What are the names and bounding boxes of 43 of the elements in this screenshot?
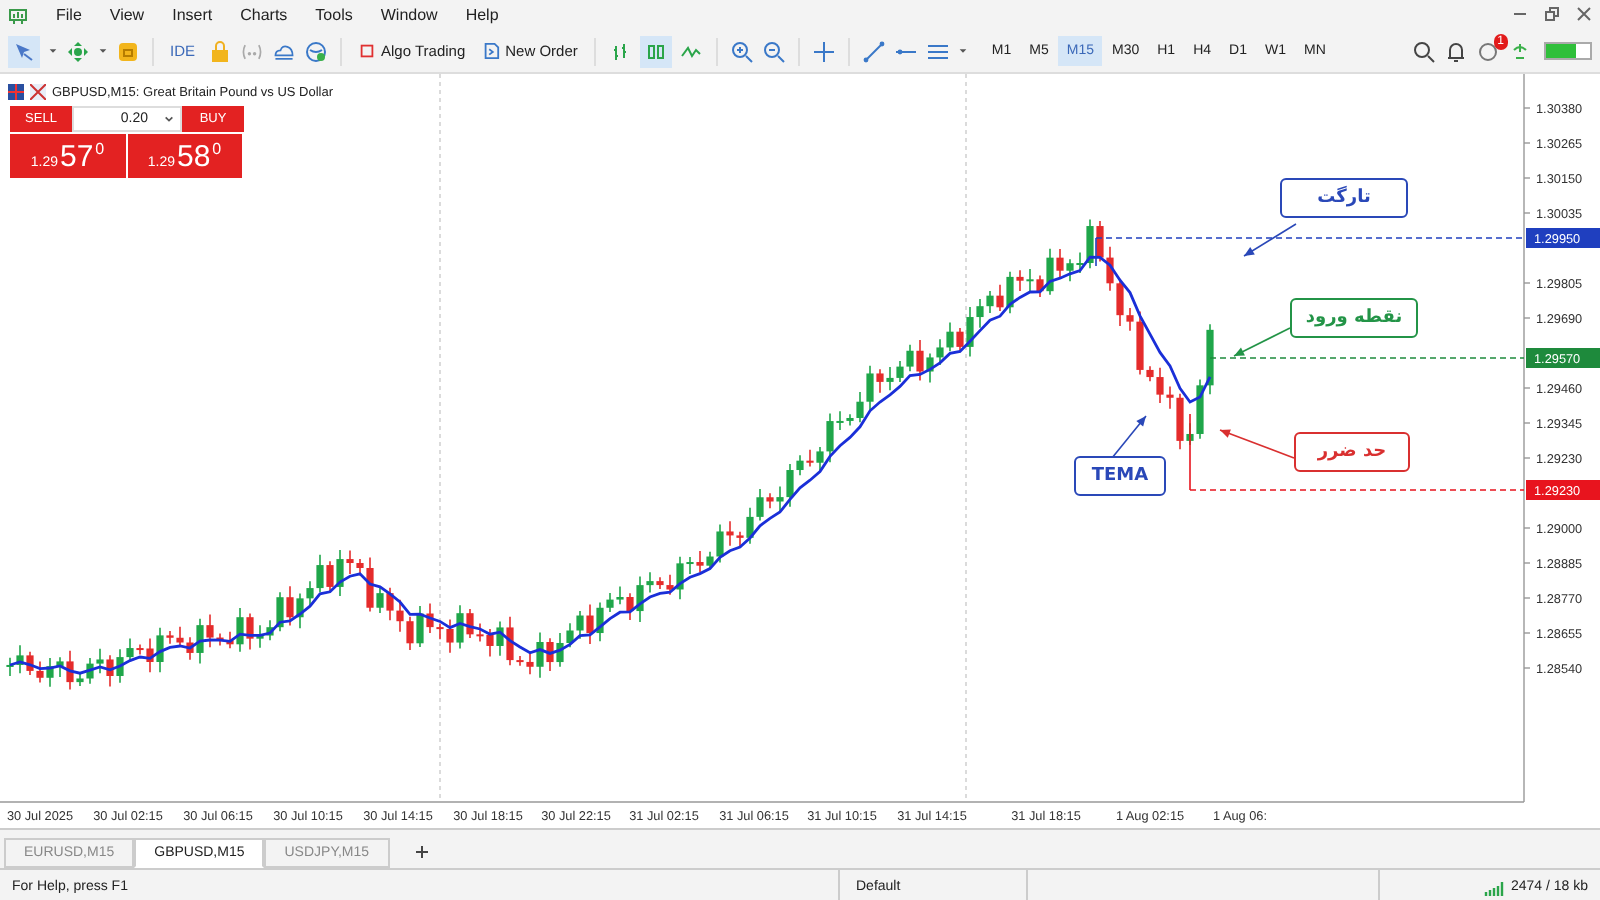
zoom-in-icon[interactable]	[729, 39, 754, 63]
channel-icon[interactable]	[925, 39, 950, 63]
globe-icon[interactable]	[303, 39, 328, 63]
close-icon[interactable]	[1576, 6, 1592, 22]
add-tab-icon[interactable]	[413, 844, 430, 860]
bell-icon[interactable]	[1444, 39, 1468, 63]
bracket-icon[interactable]	[239, 39, 264, 63]
search-icon[interactable]	[1412, 39, 1436, 63]
menu-item[interactable]: Window	[380, 6, 438, 24]
caret-icon[interactable]	[164, 114, 174, 124]
annotation-label: تارگت	[1280, 178, 1408, 218]
move-icon[interactable]	[66, 39, 90, 63]
candlestick-icon[interactable]	[643, 39, 668, 63]
signal-icon	[1508, 39, 1532, 63]
annotation-arrow	[1233, 327, 1291, 357]
restore-icon[interactable]	[1544, 6, 1560, 22]
caret-icon[interactable]	[957, 46, 968, 56]
stop-icon	[357, 42, 376, 60]
market-icon[interactable]	[116, 39, 140, 63]
chat-icon[interactable]	[1476, 39, 1500, 63]
flag-icon	[8, 84, 24, 100]
pointer-icon[interactable]	[12, 39, 36, 63]
flag-icon	[30, 84, 46, 100]
annotation-label: حد ضرر	[1294, 432, 1410, 472]
annotation-label: TEMA	[1074, 456, 1166, 496]
menu-item[interactable]: Charts	[240, 6, 288, 24]
annotation-arrow	[1219, 429, 1295, 459]
caret-icon[interactable]	[48, 46, 58, 56]
menu-item[interactable]: File	[56, 6, 82, 24]
trendline-icon[interactable]	[861, 39, 886, 63]
menu-item[interactable]: Insert	[172, 6, 213, 24]
app-icon	[8, 5, 28, 25]
menu-item[interactable]: Tools	[315, 6, 353, 24]
menu-item[interactable]: Help	[465, 6, 499, 24]
crosshair-icon[interactable]	[811, 39, 836, 63]
annotation-label: نقطه ورود	[1290, 298, 1418, 338]
document-icon	[481, 42, 500, 60]
caret-icon[interactable]	[98, 46, 108, 56]
signal-bars-icon	[1484, 879, 1505, 895]
menu-item[interactable]: View	[109, 6, 145, 24]
annotation-arrow	[1111, 415, 1147, 459]
annotation-arrow	[1243, 223, 1297, 257]
zoom-out-icon[interactable]	[761, 39, 786, 63]
